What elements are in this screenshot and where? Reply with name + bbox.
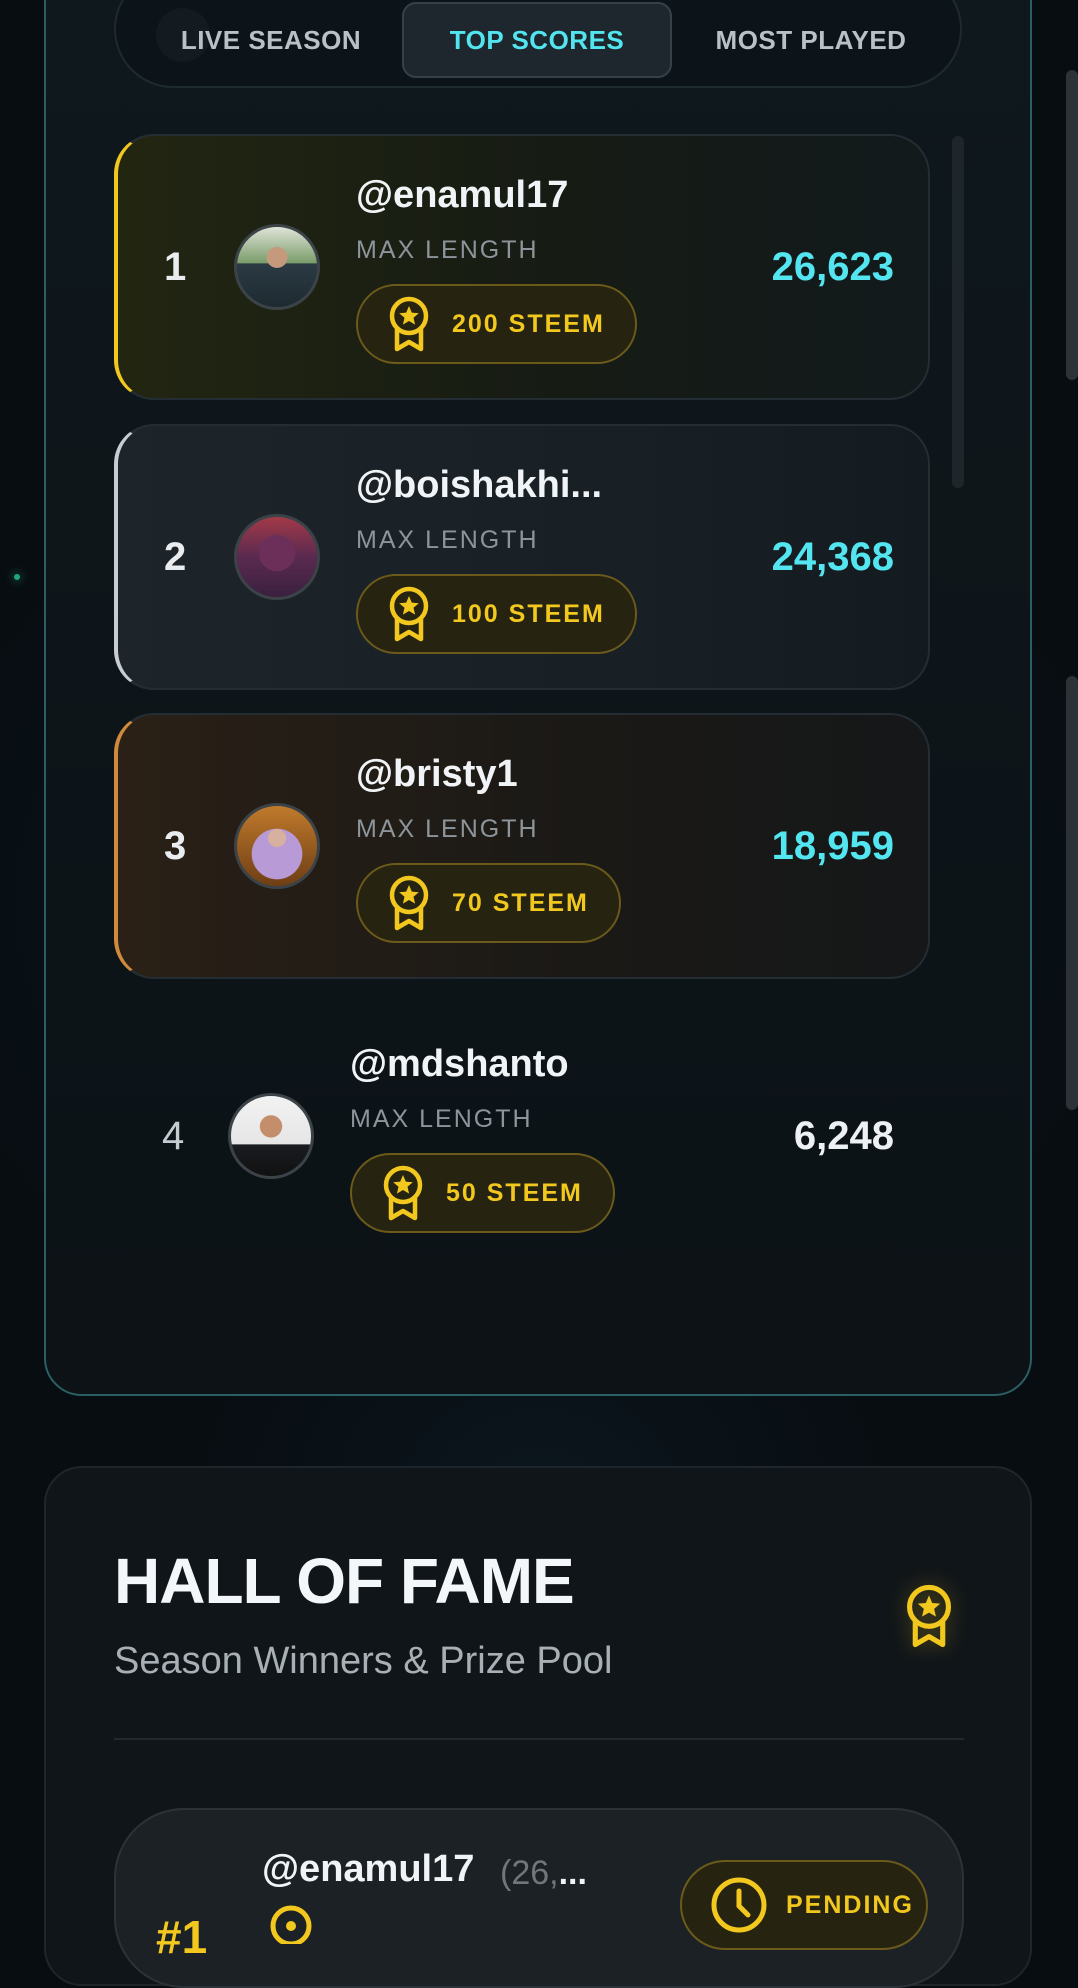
prize-badge: 100 STEEM xyxy=(356,574,637,654)
prize-amount: 200 STEEM xyxy=(452,309,605,338)
tab-top-scores[interactable]: TOP SCORES xyxy=(402,2,672,78)
rank-number: 4 xyxy=(162,1113,185,1158)
medal-icon xyxy=(389,875,429,931)
avatar[interactable] xyxy=(234,803,320,889)
hall-of-fame-title: HALL OF FAME xyxy=(114,1545,575,1617)
score-category-label: MAX LENGTH xyxy=(356,236,539,264)
winner-score-text: (26, xyxy=(500,1854,559,1892)
status-badge-pending: PENDING xyxy=(680,1860,928,1950)
rank-number: 2 xyxy=(164,534,187,579)
winner-rank: #1 xyxy=(156,1911,208,1963)
medal-icon xyxy=(383,1165,423,1221)
leaderboard-row[interactable]: 4 @mdshanto MAX LENGTH 50 STEEM 6,248 xyxy=(114,1003,930,1269)
prize-badge: 50 STEEM xyxy=(350,1153,615,1233)
leaderboard-row[interactable]: 1 @enamul17 MAX LENGTH 200 STEEM 26,623 xyxy=(114,134,930,400)
tab-most-played[interactable]: MOST PLAYED xyxy=(676,2,946,78)
username[interactable]: @boishakhi... xyxy=(356,464,602,507)
avatar[interactable] xyxy=(234,514,320,600)
winner-username[interactable]: @enamul17 xyxy=(262,1848,474,1891)
avatar[interactable] xyxy=(234,224,320,310)
medal-icon xyxy=(389,586,429,642)
score-value: 24,368 xyxy=(771,534,894,579)
winner-score-ellipsis: ... xyxy=(558,1854,587,1892)
username[interactable]: @mdshanto xyxy=(350,1043,569,1086)
status-label: PENDING xyxy=(786,1890,914,1919)
medal-icon xyxy=(389,296,429,352)
list-scrollbar[interactable] xyxy=(952,136,964,488)
medal-icon xyxy=(907,1584,951,1648)
divider xyxy=(114,1738,964,1740)
page-scrollbar-thumb[interactable] xyxy=(1066,676,1078,1110)
username[interactable]: @enamul17 xyxy=(356,174,568,217)
medal-icon xyxy=(270,1905,312,1944)
score-value: 6,248 xyxy=(793,1113,894,1158)
rank-number: 1 xyxy=(164,244,187,289)
prize-amount: 100 STEEM xyxy=(452,599,605,628)
score-category-label: MAX LENGTH xyxy=(356,526,539,554)
score-category-label: MAX LENGTH xyxy=(350,1105,533,1133)
tab-bar: LIVE SEASON TOP SCORES MOST PLAYED xyxy=(114,0,962,88)
score-value: 26,623 xyxy=(771,244,894,289)
prize-badge: 200 STEEM xyxy=(356,284,637,364)
prize-amount: 50 STEEM xyxy=(446,1178,583,1207)
prize-amount: 70 STEEM xyxy=(452,888,589,917)
score-category-label: MAX LENGTH xyxy=(356,815,539,843)
prize-badge: 70 STEEM xyxy=(356,863,621,943)
page-scrollbar-top[interactable] xyxy=(1066,70,1078,380)
avatar[interactable] xyxy=(228,1093,314,1179)
hall-of-fame-subtitle: Season Winners & Prize Pool xyxy=(114,1640,613,1682)
score-value: 18,959 xyxy=(771,823,894,868)
tab-live-season[interactable]: LIVE SEASON xyxy=(136,2,406,78)
username[interactable]: @bristy1 xyxy=(356,753,518,796)
status-dot xyxy=(14,574,20,580)
rank-number: 3 xyxy=(164,823,187,868)
clock-icon xyxy=(711,1877,767,1933)
leaderboard-row[interactable]: 2 @boishakhi... MAX LENGTH 100 STEEM 24,… xyxy=(114,424,930,690)
winner-score: (26,... xyxy=(500,1854,587,1893)
leaderboard-row[interactable]: 3 @bristy1 MAX LENGTH 70 STEEM 18,959 xyxy=(114,713,930,979)
